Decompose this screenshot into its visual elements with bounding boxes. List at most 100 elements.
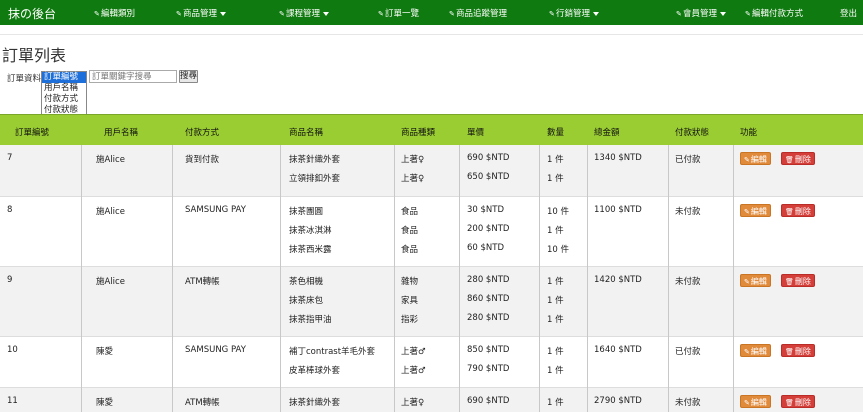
product-type-cell: 上著♀ [401,155,425,165]
caret-down-icon [220,11,227,16]
edit-label: 編輯 [750,207,767,216]
column-divider [587,197,588,267]
product-name-cell: 抹茶指甲油 [289,315,332,325]
payment-method-cell: ATM轉帳 [185,277,220,287]
delete-button[interactable]: 🗑刪除 [781,204,815,217]
col-user-name: 用戶名稱 [104,128,139,138]
nav-item-6[interactable]: ✎會員管理 [676,7,727,19]
edit-icon: ✎ [744,348,750,356]
search-button[interactable]: 搜尋 [179,70,198,83]
unit-price-cell: 280 $NTD [467,313,510,323]
brand-logo[interactable]: 抹の後台 [8,5,56,22]
order-id-cell: 11 [7,396,18,406]
column-divider [459,388,460,412]
column-divider [280,337,281,388]
pencil-icon: ✎ [676,10,682,18]
unit-price-cell: 690 $NTD [467,396,510,406]
delete-label: 刪除 [794,398,811,407]
col-payment-method: 付款方式 [185,128,220,138]
table-row: 10 陳愛 SAMSUNG PAY 1640 $NTD 已付款 補丁contrast羊毛外… [0,337,863,388]
quantity-cell: 1 件 [547,398,564,408]
search-input[interactable] [89,70,177,83]
product-name-cell: 立領排釦外套 [289,174,341,184]
column-divider [394,197,395,267]
product-type-cell: 上著♂ [401,347,426,357]
total-amount-cell: 1420 $NTD [594,275,642,285]
quantity-cell: 1 件 [547,174,564,184]
nav-item-0[interactable]: ✎編輯類別 [94,7,135,19]
product-name-cell: 皮革棒球外套 [289,366,341,376]
pencil-icon: ✎ [745,10,751,18]
product-name-cell: 抹茶針織外套 [289,398,341,408]
user-name-cell: 陳愛 [96,347,114,357]
edit-button[interactable]: ✎編輯 [740,344,771,357]
user-name-cell: 施Alice [96,155,125,165]
edit-label: 編輯 [750,155,767,164]
edit-label: 編輯 [750,398,767,407]
unit-price-cell: 650 $NTD [467,172,510,182]
select-option-order-id[interactable]: 訂單編號 [42,72,86,83]
column-divider [733,197,734,267]
select-option-payment-method[interactable]: 付款方式 [42,94,86,105]
user-name-cell: 施Alice [96,207,125,217]
order-id-cell: 8 [7,205,13,215]
delete-button[interactable]: 🗑刪除 [781,152,815,165]
column-divider [394,145,395,197]
payment-method-cell: SAMSUNG PAY [185,205,246,215]
delete-button[interactable]: 🗑刪除 [781,344,815,357]
nav-item-label: 商品追蹤管理 [456,9,508,19]
column-divider [733,337,734,388]
column-divider [733,388,734,412]
quantity-cell: 10 件 [547,207,570,217]
quantity-cell: 10 件 [547,245,570,255]
column-divider [81,337,82,388]
logout-link[interactable]: 登出 [840,7,857,19]
nav-item-7[interactable]: ✎編輯付款方式 [745,7,803,19]
trash-icon: 🗑 [785,208,794,216]
nav-item-5[interactable]: ✎行銷管理 [549,7,600,19]
page-title: 訂單列表 [2,46,67,65]
nav-item-label: 編輯類別 [101,9,136,19]
column-divider [539,337,540,388]
pencil-icon: ✎ [279,10,285,18]
delete-button[interactable]: 🗑刪除 [781,395,815,408]
nav-item-3[interactable]: ✎訂單一覽 [378,7,419,19]
quantity-cell: 1 件 [547,315,564,325]
payment-method-cell: SAMSUNG PAY [185,345,246,355]
payment-method-cell: 貨到付款 [185,155,220,165]
pencil-icon: ✎ [378,10,384,18]
nav-item-1[interactable]: ✎商品管理 [176,7,227,19]
column-divider [733,145,734,197]
column-divider [668,145,669,197]
edit-button[interactable]: ✎編輯 [740,395,771,408]
search-field-select[interactable]: 訂單編號 用戶名稱 付款方式 付款狀態 [41,71,87,119]
edit-icon: ✎ [744,399,750,407]
product-type-cell: 食品 [401,207,419,217]
nav-item-4[interactable]: ✎商品追蹤管理 [449,7,507,19]
caret-down-icon [323,11,330,16]
delete-button[interactable]: 🗑刪除 [781,274,815,287]
nav-item-2[interactable]: ✎課程管理 [279,7,330,19]
col-total: 總金額 [594,128,620,138]
table-row: 9 施Alice ATM轉帳 1420 $NTD 未付款 茶色相機 雜物 280 $NTD 1 … [0,267,863,337]
column-divider [394,337,395,388]
edit-button[interactable]: ✎編輯 [740,204,771,217]
column-divider [539,267,540,337]
pencil-icon: ✎ [449,10,455,18]
table-row: 7 施Alice 貨到付款 1340 $NTD 已付款 抹茶針織外套 上著♀ 690 $NTD… [0,145,863,197]
order-id-cell: 9 [7,275,13,285]
table-row: 11 陳愛 ATM轉帳 2790 $NTD 未付款 抹茶針織外套 上著♀ 690 $NTD 1 … [0,388,863,412]
payment-status-cell: 未付款 [675,277,701,287]
edit-icon: ✎ [744,156,750,164]
edit-button[interactable]: ✎編輯 [740,152,771,165]
edit-label: 編輯 [750,347,767,356]
unit-price-cell: 860 $NTD [467,294,510,304]
product-name-cell: 補丁contrast羊毛外套 [289,347,376,357]
delete-label: 刪除 [794,155,811,164]
col-unit-price: 單價 [467,128,485,138]
search-label: 訂單資料 [7,74,42,84]
total-amount-cell: 2790 $NTD [594,396,642,406]
edit-button[interactable]: ✎編輯 [740,274,771,287]
column-divider [668,197,669,267]
select-option-user-name[interactable]: 用戶名稱 [42,83,86,94]
